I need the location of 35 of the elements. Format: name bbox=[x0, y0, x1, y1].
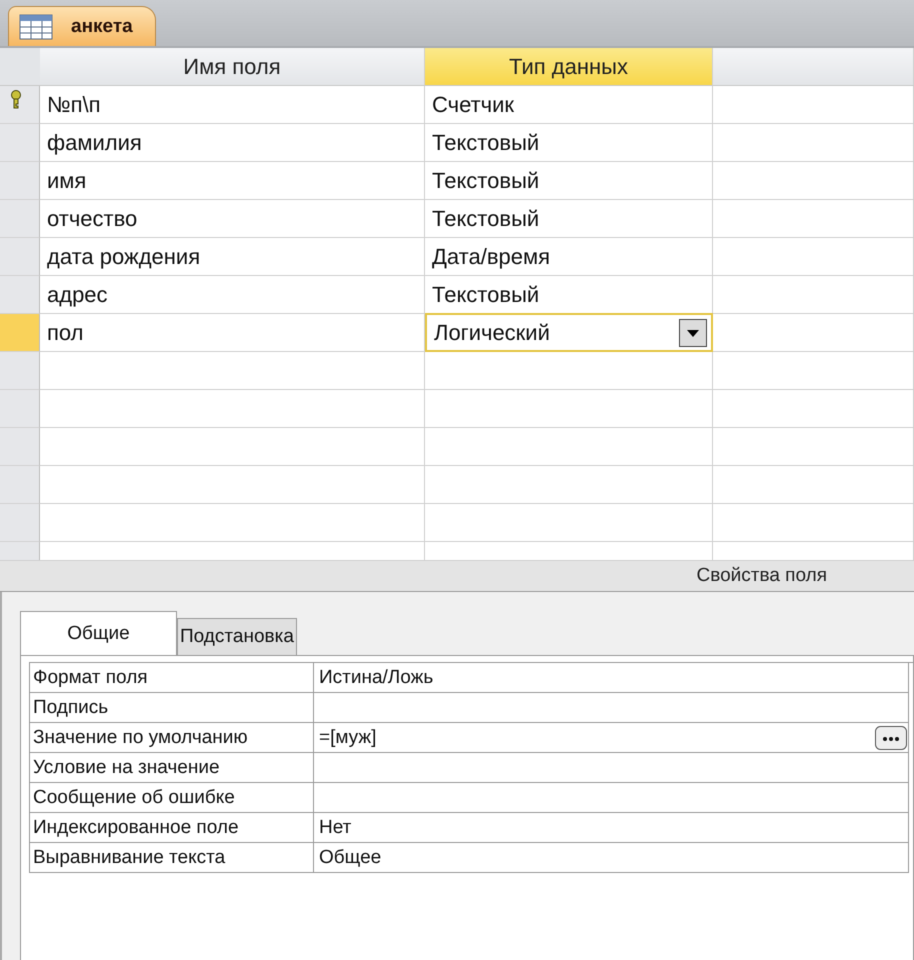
table-cell: Текстовый bbox=[425, 124, 713, 162]
property-label: Сообщение об ошибке bbox=[30, 783, 314, 813]
table-cell: пол bbox=[40, 314, 425, 352]
table-cell: дата рождения bbox=[40, 238, 425, 276]
document-tab[interactable]: анкета bbox=[8, 6, 156, 46]
column-header[interactable]: Имя поля bbox=[40, 48, 425, 86]
property-label: Индексированное поле bbox=[30, 813, 314, 843]
property-label: Подпись bbox=[30, 693, 314, 723]
table-cell: имя bbox=[40, 162, 425, 200]
property-value[interactable] bbox=[314, 783, 909, 813]
table-cell: Дата/время bbox=[425, 238, 713, 276]
table-cell: Текстовый bbox=[425, 276, 713, 314]
data-type-dropdown[interactable]: Логический bbox=[425, 313, 713, 352]
property-tab[interactable]: Подстановка bbox=[177, 618, 297, 655]
table-cell: Счетчик bbox=[425, 86, 713, 124]
column-header[interactable]: Тип данных bbox=[425, 48, 713, 86]
table-cell: фамилия bbox=[40, 124, 425, 162]
property-label: Условие на значение bbox=[30, 753, 314, 783]
section-title: Свойства поля bbox=[696, 565, 827, 587]
property-value[interactable]: Нет bbox=[314, 813, 909, 843]
property-value[interactable]: =[муж] bbox=[314, 723, 909, 753]
table-cell: Текстовый bbox=[425, 200, 713, 238]
property-tab[interactable]: Общие bbox=[20, 611, 177, 655]
property-value[interactable]: Истина/Ложь bbox=[314, 663, 909, 693]
row-selector[interactable] bbox=[0, 86, 40, 124]
property-value[interactable]: Общее bbox=[314, 843, 909, 873]
table-cell: адрес bbox=[40, 276, 425, 314]
builder-button[interactable] bbox=[875, 726, 907, 750]
table-cell: Текстовый bbox=[425, 162, 713, 200]
property-label: Выравнивание текста bbox=[30, 843, 314, 873]
table-cell: №п\п bbox=[40, 86, 425, 124]
property-label: Значение по умолчанию bbox=[30, 723, 314, 753]
table-cell: отчество bbox=[40, 200, 425, 238]
table-icon bbox=[19, 14, 53, 40]
property-label: Формат поля bbox=[30, 663, 314, 693]
